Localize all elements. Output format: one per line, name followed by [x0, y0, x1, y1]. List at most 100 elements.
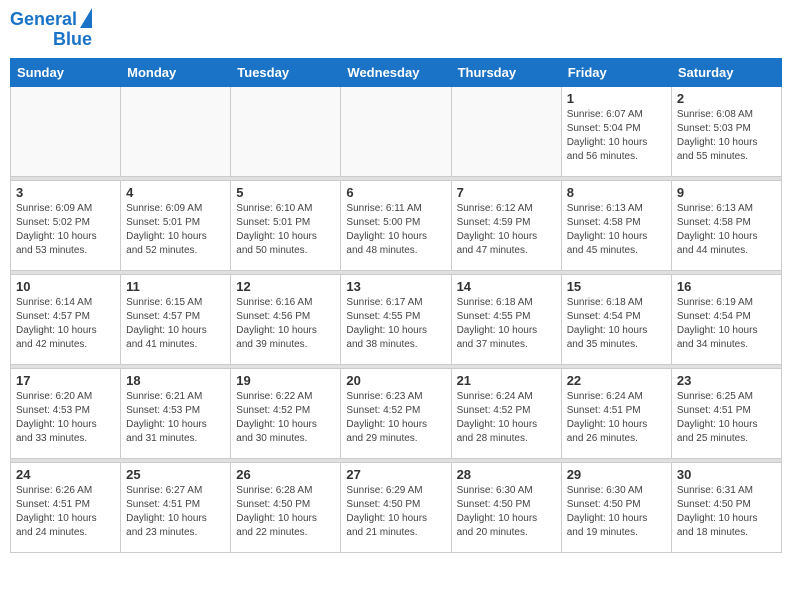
cell-day-number: 26: [236, 467, 335, 482]
cell-info-text: Sunrise: 6:20 AM Sunset: 4:53 PM Dayligh…: [16, 390, 115, 446]
cell-info-text: Sunrise: 6:27 AM Sunset: 4:51 PM Dayligh…: [126, 484, 225, 540]
calendar-week-row: 24 Sunrise: 6:26 AM Sunset: 4:51 PM Dayli…: [11, 462, 782, 552]
cell-info-text: Sunrise: 6:08 AM Sunset: 5:03 PM Dayligh…: [677, 108, 776, 164]
cell-info-text: Sunrise: 6:09 AM Sunset: 5:02 PM Dayligh…: [16, 202, 115, 258]
cell-day-number: 8: [567, 185, 666, 200]
cell-day-number: 30: [677, 467, 776, 482]
calendar-week-row: 17Sunrise: 6:20 AM Sunset: 4:53 PM Dayli…: [11, 368, 782, 458]
weekday-header-friday: Friday: [561, 58, 671, 86]
cell-info-text: Sunrise: 6:30 AM Sunset: 4:50 PM Dayligh…: [457, 484, 556, 540]
cell-info-text: Sunrise: 6:18 AM Sunset: 4:54 PM Dayligh…: [567, 296, 666, 352]
calendar-cell: 6 Sunrise: 6:11 AM Sunset: 5:00 PM Daylig…: [341, 180, 451, 270]
calendar-cell: 4 Sunrise: 6:09 AM Sunset: 5:01 PM Daylig…: [121, 180, 231, 270]
calendar-cell: 27Sunrise: 6:29 AM Sunset: 4:50 PM Dayli…: [341, 462, 451, 552]
calendar-cell: 20Sunrise: 6:23 AM Sunset: 4:52 PM Dayli…: [341, 368, 451, 458]
calendar-cell: 2 Sunrise: 6:08 AM Sunset: 5:03 PM Daylig…: [671, 86, 781, 176]
calendar-cell: 29Sunrise: 6:30 AM Sunset: 4:50 PM Dayli…: [561, 462, 671, 552]
cell-info-text: Sunrise: 6:16 AM Sunset: 4:56 PM Dayligh…: [236, 296, 335, 352]
calendar-cell: 28 Sunrise: 6:30 AM Sunset: 4:50 PM Dayli…: [451, 462, 561, 552]
weekday-header-saturday: Saturday: [671, 58, 781, 86]
cell-info-text: Sunrise: 6:19 AM Sunset: 4:54 PM Dayligh…: [677, 296, 776, 352]
cell-day-number: 22: [567, 373, 666, 388]
logo-text-line2: Blue: [53, 30, 92, 50]
cell-info-text: Sunrise: 6:10 AM Sunset: 5:01 PM Dayligh…: [236, 202, 335, 258]
cell-info-text: Sunrise: 6:24 AM Sunset: 4:52 PM Dayligh…: [457, 390, 556, 446]
calendar-cell: [451, 86, 561, 176]
cell-info-text: Sunrise: 6:13 AM Sunset: 4:58 PM Dayligh…: [567, 202, 666, 258]
cell-info-text: Sunrise: 6:22 AM Sunset: 4:52 PM Dayligh…: [236, 390, 335, 446]
logo-text-line1: General: [10, 10, 77, 30]
cell-info-text: Sunrise: 6:07 AM Sunset: 5:04 PM Dayligh…: [567, 108, 666, 164]
calendar-cell: 7 Sunrise: 6:12 AM Sunset: 4:59 PM Daylig…: [451, 180, 561, 270]
cell-day-number: 5: [236, 185, 335, 200]
cell-info-text: Sunrise: 6:15 AM Sunset: 4:57 PM Dayligh…: [126, 296, 225, 352]
cell-day-number: 16: [677, 279, 776, 294]
cell-day-number: 9: [677, 185, 776, 200]
cell-day-number: 1: [567, 91, 666, 106]
calendar-cell: 8 Sunrise: 6:13 AM Sunset: 4:58 PM Daylig…: [561, 180, 671, 270]
cell-day-number: 7: [457, 185, 556, 200]
cell-day-number: 24: [16, 467, 115, 482]
cell-day-number: 13: [346, 279, 445, 294]
calendar-cell: 5 Sunrise: 6:10 AM Sunset: 5:01 PM Daylig…: [231, 180, 341, 270]
cell-day-number: 15: [567, 279, 666, 294]
cell-info-text: Sunrise: 6:11 AM Sunset: 5:00 PM Dayligh…: [346, 202, 445, 258]
cell-day-number: 6: [346, 185, 445, 200]
cell-day-number: 21: [457, 373, 556, 388]
weekday-header-sunday: Sunday: [11, 58, 121, 86]
cell-info-text: Sunrise: 6:31 AM Sunset: 4:50 PM Dayligh…: [677, 484, 776, 540]
calendar-cell: 12 Sunrise: 6:16 AM Sunset: 4:56 PM Dayli…: [231, 274, 341, 364]
cell-day-number: 23: [677, 373, 776, 388]
logo: General Blue: [10, 10, 92, 50]
calendar-week-row: 1 Sunrise: 6:07 AM Sunset: 5:04 PM Daylig…: [11, 86, 782, 176]
cell-info-text: Sunrise: 6:28 AM Sunset: 4:50 PM Dayligh…: [236, 484, 335, 540]
cell-day-number: 14: [457, 279, 556, 294]
calendar-cell: 3Sunrise: 6:09 AM Sunset: 5:02 PM Daylig…: [11, 180, 121, 270]
weekday-header-tuesday: Tuesday: [231, 58, 341, 86]
calendar-cell: [341, 86, 451, 176]
cell-day-number: 12: [236, 279, 335, 294]
cell-info-text: Sunrise: 6:09 AM Sunset: 5:01 PM Dayligh…: [126, 202, 225, 258]
weekday-header-monday: Monday: [121, 58, 231, 86]
calendar-cell: 9 Sunrise: 6:13 AM Sunset: 4:58 PM Daylig…: [671, 180, 781, 270]
weekday-header-thursday: Thursday: [451, 58, 561, 86]
calendar-cell: [11, 86, 121, 176]
cell-info-text: Sunrise: 6:12 AM Sunset: 4:59 PM Dayligh…: [457, 202, 556, 258]
cell-day-number: 18: [126, 373, 225, 388]
calendar-cell: 26 Sunrise: 6:28 AM Sunset: 4:50 PM Dayli…: [231, 462, 341, 552]
page-header: General Blue: [10, 10, 782, 50]
calendar-cell: 19 Sunrise: 6:22 AM Sunset: 4:52 PM Dayli…: [231, 368, 341, 458]
cell-day-number: 4: [126, 185, 225, 200]
calendar-cell: 10Sunrise: 6:14 AM Sunset: 4:57 PM Dayli…: [11, 274, 121, 364]
calendar-cell: 11 Sunrise: 6:15 AM Sunset: 4:57 PM Dayli…: [121, 274, 231, 364]
calendar-cell: [231, 86, 341, 176]
cell-day-number: 19: [236, 373, 335, 388]
cell-info-text: Sunrise: 6:13 AM Sunset: 4:58 PM Dayligh…: [677, 202, 776, 258]
cell-day-number: 25: [126, 467, 225, 482]
calendar-cell: 17Sunrise: 6:20 AM Sunset: 4:53 PM Dayli…: [11, 368, 121, 458]
cell-day-number: 28: [457, 467, 556, 482]
cell-day-number: 2: [677, 91, 776, 106]
calendar-cell: 18Sunrise: 6:21 AM Sunset: 4:53 PM Dayli…: [121, 368, 231, 458]
calendar-cell: 14 Sunrise: 6:18 AM Sunset: 4:55 PM Dayli…: [451, 274, 561, 364]
calendar-cell: 25 Sunrise: 6:27 AM Sunset: 4:51 PM Dayli…: [121, 462, 231, 552]
calendar-week-row: 10Sunrise: 6:14 AM Sunset: 4:57 PM Dayli…: [11, 274, 782, 364]
cell-info-text: Sunrise: 6:26 AM Sunset: 4:51 PM Dayligh…: [16, 484, 115, 540]
cell-day-number: 11: [126, 279, 225, 294]
cell-info-text: Sunrise: 6:18 AM Sunset: 4:55 PM Dayligh…: [457, 296, 556, 352]
cell-day-number: 29: [567, 467, 666, 482]
calendar-cell: 24 Sunrise: 6:26 AM Sunset: 4:51 PM Dayli…: [11, 462, 121, 552]
cell-info-text: Sunrise: 6:14 AM Sunset: 4:57 PM Dayligh…: [16, 296, 115, 352]
calendar-body: 1 Sunrise: 6:07 AM Sunset: 5:04 PM Daylig…: [11, 86, 782, 552]
cell-day-number: 20: [346, 373, 445, 388]
calendar-cell: 30 Sunrise: 6:31 AM Sunset: 4:50 PM Dayli…: [671, 462, 781, 552]
calendar-table: SundayMondayTuesdayWednesdayThursdayFrid…: [10, 58, 782, 553]
calendar-cell: 15 Sunrise: 6:18 AM Sunset: 4:54 PM Dayli…: [561, 274, 671, 364]
calendar-cell: 1 Sunrise: 6:07 AM Sunset: 5:04 PM Daylig…: [561, 86, 671, 176]
cell-day-number: 27: [346, 467, 445, 482]
calendar-cell: 23Sunrise: 6:25 AM Sunset: 4:51 PM Dayli…: [671, 368, 781, 458]
cell-info-text: Sunrise: 6:17 AM Sunset: 4:55 PM Dayligh…: [346, 296, 445, 352]
cell-info-text: Sunrise: 6:24 AM Sunset: 4:51 PM Dayligh…: [567, 390, 666, 446]
calendar-cell: 21 Sunrise: 6:24 AM Sunset: 4:52 PM Dayli…: [451, 368, 561, 458]
weekday-header-wednesday: Wednesday: [341, 58, 451, 86]
